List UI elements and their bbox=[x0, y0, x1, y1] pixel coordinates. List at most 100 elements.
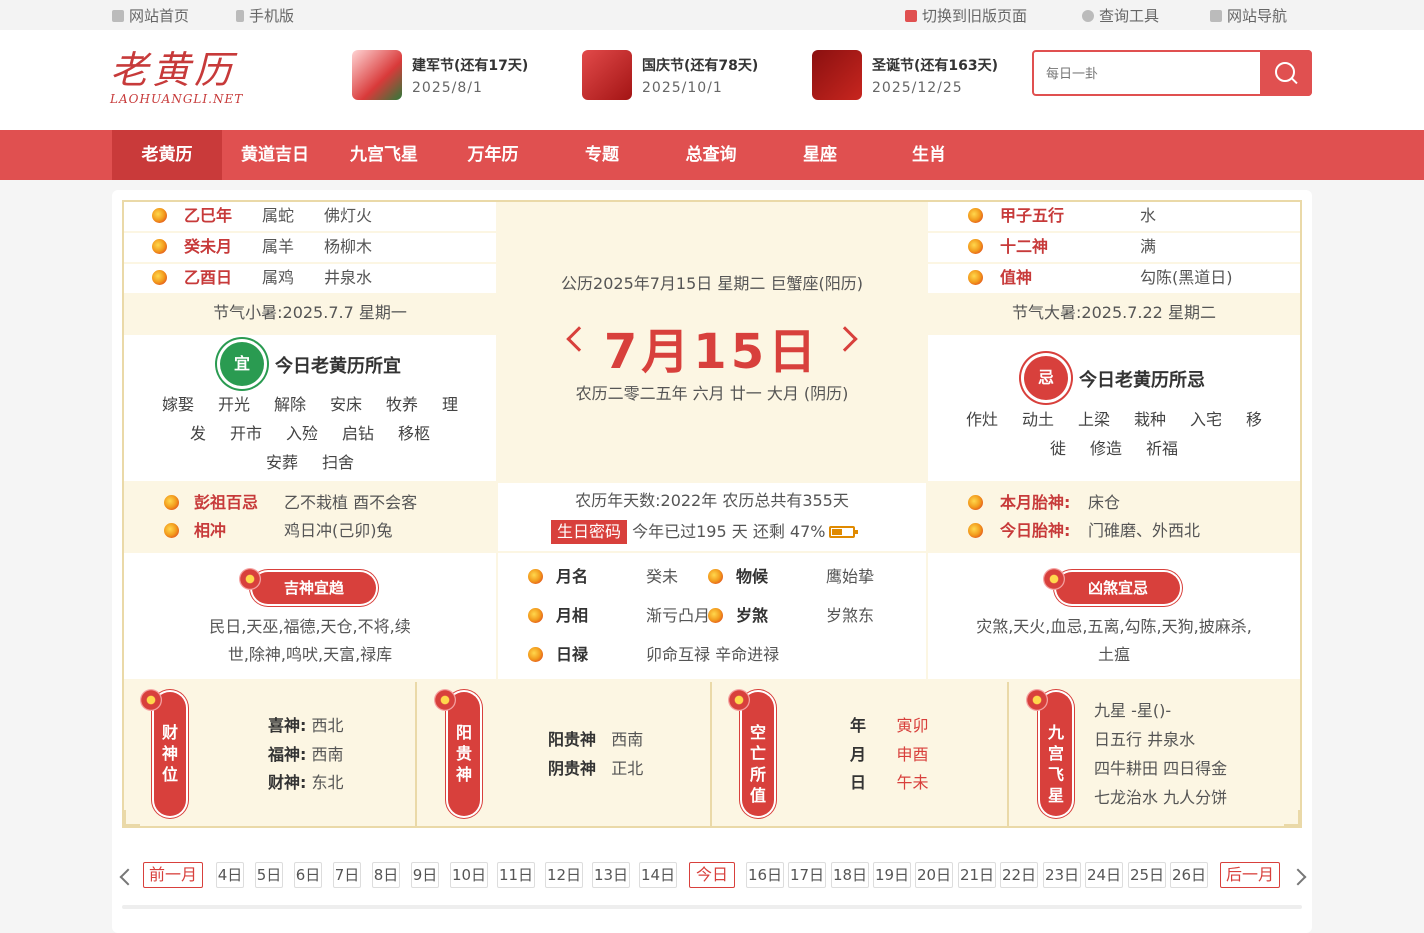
next-month-button[interactable]: 后一月 bbox=[1220, 862, 1280, 888]
birthday-code-badge[interactable]: 生日密码 bbox=[551, 520, 628, 544]
search-button[interactable] bbox=[1260, 50, 1312, 96]
ruyi-icon bbox=[164, 495, 179, 510]
caishen-ribbon: 财神位 bbox=[154, 692, 186, 816]
nav-item-wannianli[interactable]: 万年历 bbox=[438, 130, 548, 180]
nav-item-huangdaojiri[interactable]: 黄道吉日 bbox=[220, 130, 330, 180]
home-link[interactable]: 网站首页 bbox=[112, 5, 189, 26]
ruyi-icon bbox=[152, 270, 167, 285]
divider bbox=[415, 682, 417, 828]
tools-link[interactable]: 查询工具 bbox=[1082, 5, 1159, 26]
wuhou: 物候 鹰始挚 bbox=[706, 562, 921, 592]
nav-item-zhuanti[interactable]: 专题 bbox=[547, 130, 657, 180]
flower-icon bbox=[140, 689, 162, 711]
kongwang-month: 月 申酉 bbox=[850, 745, 929, 764]
prev-month-button[interactable]: 前一月 bbox=[143, 862, 203, 888]
flower-icon bbox=[239, 568, 261, 590]
solar-date: 公历2025年7月15日 星期二 巨蟹座(阳历) bbox=[561, 274, 863, 293]
nav-item-shengxiao[interactable]: 生肖 bbox=[874, 130, 984, 180]
day-link[interactable]: 5日 bbox=[255, 862, 283, 888]
yuexiang: 月相 渐亏凸月 bbox=[526, 601, 710, 631]
day-link[interactable]: 26日 bbox=[1170, 862, 1208, 888]
kongwang-day: 日 午未 bbox=[850, 773, 929, 792]
festival-image bbox=[812, 50, 862, 100]
day-link[interactable]: 10日 bbox=[450, 862, 488, 888]
day-link[interactable]: 25日 bbox=[1128, 862, 1166, 888]
ruyi-icon bbox=[968, 239, 983, 254]
jiugong-line: 四牛耕田 四日得金 bbox=[1094, 759, 1228, 778]
kongwang-ribbon: 空亡所值 bbox=[742, 692, 774, 816]
day-link[interactable]: 6日 bbox=[294, 862, 322, 888]
top-bar: 网站首页 手机版 切换到旧版页面 查询工具 网站导航 bbox=[0, 0, 1424, 30]
day-link[interactable]: 8日 bbox=[372, 862, 400, 888]
day-link[interactable]: 24日 bbox=[1085, 862, 1123, 888]
day-link[interactable]: 4日 bbox=[216, 862, 244, 888]
fushen: 福神: 西南 bbox=[268, 745, 344, 764]
nav-item-xingzuo[interactable]: 星座 bbox=[765, 130, 875, 180]
xiongsha-ribbon: 凶煞宜忌 bbox=[1056, 572, 1180, 604]
day-link[interactable]: 22日 bbox=[1000, 862, 1038, 888]
day-link[interactable]: 12日 bbox=[545, 862, 583, 888]
day-link[interactable]: 14日 bbox=[639, 862, 677, 888]
day-link[interactable]: 9日 bbox=[411, 862, 439, 888]
search-input[interactable] bbox=[1046, 52, 1256, 94]
corner-ornament bbox=[124, 810, 140, 826]
kongwang-year: 年 寅卯 bbox=[850, 716, 929, 735]
today-button[interactable]: 今日 bbox=[689, 862, 735, 888]
day-link[interactable]: 13日 bbox=[592, 862, 630, 888]
corner-ornament bbox=[1284, 810, 1300, 826]
tools-icon bbox=[1082, 10, 1094, 22]
ji-title: 今日老黄历所忌 bbox=[1079, 370, 1205, 391]
search-icon bbox=[1275, 62, 1295, 82]
home-icon bbox=[112, 10, 124, 22]
flower-icon bbox=[1026, 689, 1048, 711]
ruyi-icon bbox=[528, 569, 543, 584]
ji-list: 作灶 动土 上梁 栽种 入宅移 徙修造 祈福 bbox=[965, 410, 1263, 458]
rilu: 日禄 卯命互禄 辛命进禄 bbox=[526, 640, 921, 670]
nav-item-zongchaxun[interactable]: 总查询 bbox=[656, 130, 766, 180]
festival-image bbox=[582, 50, 632, 100]
divider bbox=[1007, 682, 1009, 828]
old-version-link[interactable]: 切换到旧版页面 bbox=[905, 5, 1027, 26]
month-ganzhi: 癸未月 属羊 杨柳木 bbox=[150, 232, 490, 262]
mobile-link[interactable]: 手机版 bbox=[236, 5, 294, 26]
flower-icon bbox=[728, 689, 750, 711]
nav-item-laohuangli[interactable]: 老黄历 bbox=[112, 130, 222, 180]
site-nav-link[interactable]: 网站导航 bbox=[1210, 5, 1287, 26]
year-progress: 生日密码 今年已过195 天 还剩 47% bbox=[551, 520, 859, 544]
jiazi-wuxing: 甲子五行水 bbox=[966, 201, 1296, 231]
ruyi-icon bbox=[708, 608, 723, 623]
ruyi-icon bbox=[968, 270, 983, 285]
day-link[interactable]: 7日 bbox=[333, 862, 361, 888]
phone-icon bbox=[236, 10, 244, 22]
ruyi-icon bbox=[164, 523, 179, 538]
day-link[interactable]: 17日 bbox=[788, 862, 826, 888]
jiugong-line: 九星 -星()- bbox=[1094, 701, 1172, 720]
xishen: 喜神: 西北 bbox=[268, 716, 344, 735]
lunar-year-days: 农历年天数:2022年 农历总共有355天 bbox=[575, 491, 849, 510]
battery-icon bbox=[829, 526, 859, 538]
year-ganzhi: 乙巳年 属蛇 佛灯火 bbox=[150, 201, 490, 231]
ruyi-icon bbox=[968, 495, 983, 510]
lunar-date: 农历二零二五年 六月 廿一 大月 (阴历) bbox=[575, 384, 849, 403]
site-logo[interactable]: 老黄历 LAOHUANGLI.NET bbox=[110, 48, 250, 112]
jieqi-prev: 节气小暑:2025.7.7 星期一 bbox=[213, 303, 407, 322]
nav-item-jiugong[interactable]: 九宫飞星 bbox=[329, 130, 439, 180]
day-link[interactable]: 16日 bbox=[746, 862, 784, 888]
xiongsha-text: 灾煞,天火,血忌,五离,勾陈,天狗,披麻杀, 土瘟 bbox=[976, 617, 1252, 664]
yin-guishen: 阴贵神 正北 bbox=[548, 759, 644, 778]
switch-icon bbox=[905, 10, 917, 22]
day-link[interactable]: 21日 bbox=[958, 862, 996, 888]
day-link[interactable]: 11日 bbox=[497, 862, 535, 888]
big-date: 7月15日 bbox=[603, 324, 821, 380]
ruyi-icon bbox=[968, 208, 983, 223]
yi-list: 嫁娶 开光 解除 安床 牧养理 发开市 入殓 启钻 移柩 安葬 扫舍 bbox=[161, 395, 459, 472]
day-link[interactable]: 19日 bbox=[873, 862, 911, 888]
divider bbox=[710, 682, 712, 828]
festival-image bbox=[352, 50, 402, 100]
flower-icon bbox=[434, 689, 456, 711]
day-link[interactable]: 18日 bbox=[831, 862, 869, 888]
guishen-ribbon: 阳贵神 bbox=[448, 692, 480, 816]
day-link[interactable]: 20日 bbox=[915, 862, 953, 888]
pengzu-baiji: 彭祖百忌 乙不栽植 酉不会客 bbox=[162, 488, 492, 518]
day-link[interactable]: 23日 bbox=[1043, 862, 1081, 888]
